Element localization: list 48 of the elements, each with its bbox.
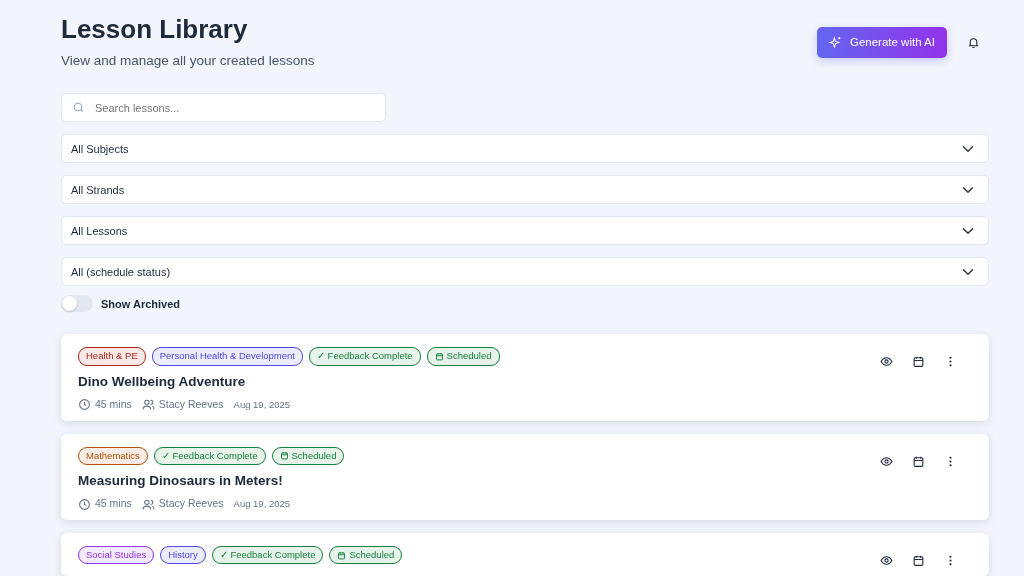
generate-button[interactable]: Generate with AI	[816, 27, 947, 59]
calendar-icon[interactable]	[912, 355, 926, 370]
calendar-icon[interactable]	[912, 553, 926, 568]
date-text: Aug 19, 2025	[233, 496, 291, 511]
subject-tag: Social Studies	[78, 545, 155, 565]
scheduled-tag: Scheduled	[329, 545, 403, 565]
subject-tag: Mathematics	[78, 446, 148, 465]
date-text: Aug 19, 2025	[233, 397, 291, 412]
archive-toggle[interactable]	[61, 295, 93, 313]
toggle-label: Show Archived	[101, 296, 181, 312]
clock-icon	[78, 497, 91, 511]
filter-select[interactable]: All (schedule status)	[61, 257, 989, 287]
author-text: Stacy Reeves	[158, 396, 224, 412]
filter-select[interactable]: All Strands	[61, 175, 989, 205]
people-icon	[141, 398, 155, 412]
feedback-tag: ✓ Feedback Complete	[211, 545, 324, 565]
subject-tag: Health & PE	[78, 347, 146, 366]
view-icon[interactable]	[880, 454, 894, 469]
filter-select[interactable]: All Subjects	[61, 134, 989, 164]
view-icon[interactable]	[880, 553, 894, 568]
search-input[interactable]: Search lessons...	[93, 94, 375, 122]
lesson-title: Dino Wellbeing Adventure	[78, 372, 247, 391]
scheduled-tag: Scheduled	[426, 347, 500, 366]
calendar-icon	[434, 352, 444, 362]
feedback-tag: ✓ Feedback Complete	[308, 347, 421, 366]
strand-tag: Personal Health & Development	[151, 347, 303, 366]
filter-select[interactable]: All Lessons	[61, 216, 989, 246]
search-field[interactable]: Search lessons...	[61, 93, 386, 123]
calendar-icon	[337, 550, 347, 560]
lesson-card[interactable]: Social Studies History ✓ Feedback Complete Scheduled	[61, 532, 989, 576]
calendar-icon	[279, 451, 289, 461]
strand-tag: History	[160, 545, 206, 565]
search-icon	[72, 101, 85, 115]
scheduled-tag: Scheduled	[271, 446, 345, 465]
lesson-title: Measuring Dinosaurs in Meters!	[78, 471, 284, 490]
author-text: Stacy Reeves	[158, 496, 224, 512]
lesson-card[interactable]: Mathematics ✓ Feedback Complete Scheduled Measuring Dinosaurs in Meters! 45 mins Stacy Reeves Aug 19, 2025	[61, 433, 989, 520]
people-icon	[141, 497, 155, 511]
duration-text: 45 mins	[95, 496, 132, 512]
notification-icon[interactable]	[967, 35, 981, 50]
duration-text: 45 mins	[95, 396, 132, 412]
feedback-tag: ✓ Feedback Complete	[153, 446, 266, 465]
page-title: Lesson Library	[61, 14, 249, 46]
clock-icon	[78, 398, 91, 412]
page-subtitle: View and manage all your created lessons	[61, 52, 315, 71]
sparkle-icon	[828, 36, 842, 50]
calendar-icon[interactable]	[912, 454, 926, 469]
lesson-card[interactable]: Health & PE Personal Health & Development ✓ Feedback Complete Scheduled Dino Wellbeing Adventure 45 mins Stacy Reeves Aug 19, 2025	[61, 334, 989, 421]
